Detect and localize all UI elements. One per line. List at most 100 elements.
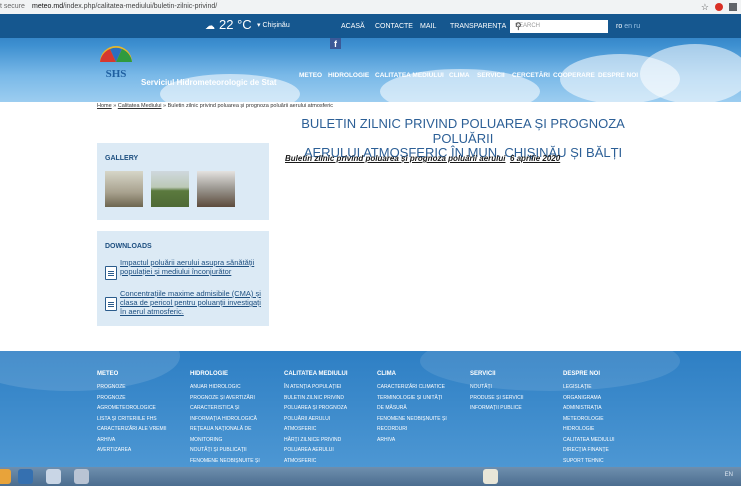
- notepad-icon[interactable]: [483, 469, 498, 484]
- bookmark-star-icon[interactable]: ☆: [701, 0, 709, 14]
- footer-link[interactable]: CALITATEA MEDIULUI: [563, 435, 615, 446]
- footer-link[interactable]: POLUAREA AERULUI: [284, 445, 348, 456]
- gallery-title: GALLERY: [105, 155, 139, 162]
- footer-link[interactable]: ORGANIGRAMA: [563, 393, 615, 404]
- footer-link[interactable]: ARHIVA: [97, 435, 166, 446]
- footer-link[interactable]: NOUTĂȚI: [470, 382, 524, 393]
- footer-heading[interactable]: METEO: [97, 371, 166, 377]
- cloud-icon: ☁: [205, 21, 215, 32]
- gallery-thumbnail[interactable]: [197, 171, 235, 207]
- footer-link[interactable]: CARACTERISTICA ȘI: [190, 403, 260, 414]
- footer-link[interactable]: INFORMAȚII PUBLICE: [470, 403, 524, 414]
- footer-link[interactable]: FENOMENE NEOBIȘNUITE ȘI: [377, 414, 447, 425]
- app-icon[interactable]: [46, 469, 61, 484]
- nav-meteo[interactable]: METEO: [299, 72, 322, 79]
- download-item[interactable]: Concentrațiile maxime admisibile (CMA) ș…: [105, 289, 265, 319]
- nav-mail[interactable]: MAIL: [420, 23, 436, 30]
- footer-link[interactable]: ATMOSFERIC: [284, 424, 348, 435]
- browser-address-bar[interactable]: t secure meteo.md/index.php/calitatea-me…: [0, 0, 741, 15]
- footer-link[interactable]: ATMOSFERIC: [284, 456, 348, 467]
- nav-transparenta[interactable]: TRANSPARENȚA: [450, 23, 506, 30]
- footer-link[interactable]: POLUĂRII AERULUI: [284, 414, 348, 425]
- footer-link[interactable]: ARHIVA: [377, 435, 447, 446]
- footer-link[interactable]: POLUAREA ȘI PROGNOZA: [284, 403, 348, 414]
- footer-link[interactable]: PRODUSE ȘI SERVICII: [470, 393, 524, 404]
- footer-link[interactable]: REȚEAUA NAȚIONALĂ DE: [190, 424, 260, 435]
- extension-icon[interactable]: [729, 3, 737, 11]
- document-icon: [105, 297, 117, 311]
- footer-link[interactable]: AVERTIZAREA: [97, 445, 166, 456]
- facebook-icon[interactable]: f: [330, 38, 341, 49]
- footer-link[interactable]: CARACTERIZĂRI CLIMATICE: [377, 382, 447, 393]
- search-icon[interactable]: ⚲: [515, 21, 605, 32]
- security-indicator[interactable]: t secure: [0, 0, 25, 14]
- footer-link[interactable]: MONITORING: [190, 435, 260, 446]
- bulletin-link[interactable]: Buletin zilnic privind poluarea și progn…: [285, 154, 560, 163]
- footer-link[interactable]: LEGISLAȚIE: [563, 382, 615, 393]
- tray-language[interactable]: EN: [725, 472, 733, 478]
- breadcrumb-section[interactable]: Calitatea Mediului: [118, 103, 162, 109]
- steam-icon[interactable]: [18, 469, 33, 484]
- footer-link[interactable]: ADMINISTRAȚIA: [563, 403, 615, 414]
- paint-icon[interactable]: [74, 469, 89, 484]
- nav-acasa[interactable]: ACASĂ: [341, 23, 365, 30]
- city-selector[interactable]: ▾ Chișinău: [257, 21, 290, 29]
- footer-link[interactable]: HIDROLOGIE: [563, 424, 615, 435]
- footer-heading[interactable]: DESPRE NOI: [563, 371, 615, 377]
- footer-link[interactable]: ÎN ATENȚIA POPULAȚIEI: [284, 382, 348, 393]
- footer-link[interactable]: PROGNOZE: [97, 382, 166, 393]
- nav-despre-noi[interactable]: DESPRE NOI: [598, 72, 638, 79]
- downloads-title: DOWNLOADS: [105, 243, 152, 250]
- footer-link[interactable]: RECORDURI: [377, 424, 447, 435]
- footer-link[interactable]: AGROMETEOROLOGICE: [97, 403, 166, 414]
- nav-contacte[interactable]: CONTACTE: [375, 23, 413, 30]
- document-icon: [105, 266, 117, 280]
- start-icon[interactable]: [0, 469, 11, 484]
- logo-icon[interactable]: SHS: [98, 46, 134, 82]
- footer-link[interactable]: BULETIN ZILNIC PRIVIND: [284, 393, 348, 404]
- weather-widget: ☁ 22 °C: [205, 17, 252, 32]
- download-item[interactable]: Impactul poluării aerului asupra sănătăț…: [105, 258, 265, 288]
- nav-calitatea-mediului[interactable]: CALITATEA MEDIULUI: [375, 72, 444, 79]
- footer-link[interactable]: TERMINOLOGIE ȘI UNITĂȚI: [377, 393, 447, 404]
- footer-column-hidrologie: HIDROLOGIE ANUAR HIDROLOGIC PROGNOZE ȘI AV…: [190, 371, 260, 466]
- extension-icon[interactable]: [715, 3, 723, 11]
- temperature: 22 °C: [219, 17, 252, 32]
- footer-column-despre-noi: DESPRE NOI LEGISLAȚIE ORGANIGRAMA ADMINISTR…: [563, 371, 615, 466]
- footer-link[interactable]: NOUTĂȚI ȘI PUBLICAȚII: [190, 445, 260, 456]
- chevron-down-icon: ▾: [257, 22, 261, 29]
- bulletin-date[interactable]: 6 aprilie 2020: [510, 154, 560, 163]
- nav-hidrologie[interactable]: HIDROLOGIE: [328, 72, 369, 79]
- nav-cercetari[interactable]: CERCETĂRI: [512, 72, 550, 79]
- footer-heading[interactable]: SERVICII: [470, 371, 524, 377]
- nav-servicii[interactable]: SERVICII: [477, 72, 505, 79]
- footer-link[interactable]: DIRECȚIA FINANȚE: [563, 445, 615, 456]
- footer-column-meteo: METEO PROGNOZE PROGNOZE AGROMETEOROLOGICE LI…: [97, 371, 166, 456]
- footer-link[interactable]: PROGNOZE ȘI AVERTIZĂRI: [190, 393, 260, 404]
- footer-link[interactable]: HĂRȚI ZILNICE PRIVIND: [284, 435, 348, 446]
- gallery-thumbnail[interactable]: [151, 171, 189, 207]
- footer-link[interactable]: FENOMENE NEOBIȘNUITE ȘI: [190, 456, 260, 467]
- footer-link[interactable]: METEOROLOGIE: [563, 414, 615, 425]
- nav-cooperare[interactable]: COOPERARE: [553, 72, 595, 79]
- footer-column-servicii: SERVICII NOUTĂȚI PRODUSE ȘI SERVICII INFORM…: [470, 371, 524, 414]
- footer-heading[interactable]: CALITATEA MEDIULUI: [284, 371, 348, 377]
- url-text[interactable]: meteo.md/index.php/calitatea-mediului/bu…: [32, 0, 217, 14]
- footer-link[interactable]: PROGNOZE: [97, 393, 166, 404]
- footer-link[interactable]: CARACTERIZĂRI ALE VREMII: [97, 424, 166, 435]
- site-footer: METEO PROGNOZE PROGNOZE AGROMETEOROLOGICE LI…: [0, 351, 741, 467]
- footer-link[interactable]: INFORMAȚIA HIDROLOGICĂ: [190, 414, 260, 425]
- breadcrumb-home[interactable]: Home: [97, 103, 112, 109]
- gallery-panel: GALLERY: [97, 143, 269, 220]
- footer-link[interactable]: SUPORT TEHNIC: [563, 456, 615, 467]
- language-switcher[interactable]: ro en ru: [616, 23, 640, 30]
- search-input[interactable]: SEARCH ⚲: [510, 20, 608, 33]
- footer-link[interactable]: LISTA ȘI CRITERIILE FHS: [97, 414, 166, 425]
- site-name[interactable]: Serviciul Hidrometeorologic de Stat: [141, 78, 277, 87]
- footer-heading[interactable]: HIDROLOGIE: [190, 371, 260, 377]
- gallery-thumbnail[interactable]: [105, 171, 143, 207]
- footer-link[interactable]: DE MĂSURĂ: [377, 403, 447, 414]
- nav-clima[interactable]: CLIMA: [449, 72, 470, 79]
- footer-link[interactable]: ANUAR HIDROLOGIC: [190, 382, 260, 393]
- footer-heading[interactable]: CLIMA: [377, 371, 447, 377]
